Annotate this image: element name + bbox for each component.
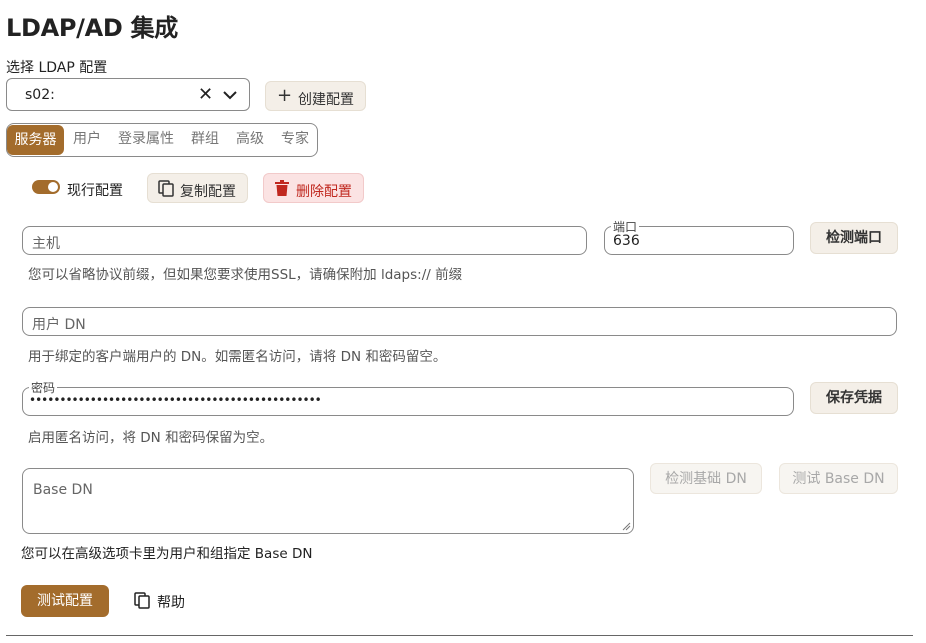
save-credentials-button[interactable]: 保存凭据: [810, 382, 898, 414]
port-value: 636: [613, 233, 640, 249]
tab-advanced[interactable]: 高级: [236, 124, 264, 156]
test-base-dn-button[interactable]: 测试 Base DN: [779, 463, 898, 494]
active-config-toggle[interactable]: [32, 180, 60, 194]
password-value: ••••••••••••••••••••••••••••••••••••••••…: [29, 393, 322, 407]
password-help-text: 启用匿名访问，将 DN 和密码保留为空。: [28, 430, 274, 446]
user-dn-help-text: 用于绑定的客户端用户的 DN。如需匿名访问，请将 DN 和密码留空。: [28, 349, 447, 365]
host-input[interactable]: 主机: [22, 226, 587, 255]
delete-config-button[interactable]: 删除配置: [263, 173, 364, 203]
trash-icon: [275, 180, 289, 196]
resize-handle-icon[interactable]: [621, 521, 631, 531]
tab-login-attributes[interactable]: 登录属性: [118, 124, 174, 156]
page-title: LDAP/AD 集成: [6, 14, 178, 42]
help-label: 帮助: [157, 595, 185, 611]
active-config-label: 现行配置: [67, 183, 123, 199]
host-placeholder: 主机: [32, 236, 60, 252]
copy-config-button[interactable]: 复制配置: [147, 173, 248, 203]
user-dn-input[interactable]: 用户 DN: [22, 307, 897, 336]
host-help-text: 您可以省略协议前缀，但如果您要求使用SSL，请确保附加 ldaps:// 前缀: [28, 267, 463, 283]
tab-bar: 服务器 用户 登录属性 群组 高级 专家: [6, 123, 318, 157]
close-icon[interactable]: ✕: [198, 84, 213, 105]
detect-base-dn-button[interactable]: 检测基础 DN: [650, 463, 762, 494]
password-input[interactable]: 密码 •••••••••••••••••••••••••••••••••••••…: [22, 379, 794, 416]
detect-port-button[interactable]: 检测端口: [810, 222, 898, 254]
plus-icon: +: [277, 85, 293, 106]
copy-icon: [158, 180, 174, 197]
base-dn-placeholder: Base DN: [33, 482, 93, 498]
tab-server[interactable]: 服务器: [7, 125, 64, 155]
test-config-button[interactable]: 测试配置: [21, 585, 109, 617]
config-select[interactable]: s02: ✕: [6, 78, 250, 111]
create-config-label: 创建配置: [298, 92, 354, 108]
base-dn-textarea[interactable]: Base DN: [22, 468, 634, 534]
config-select-value: s02:: [25, 87, 55, 103]
tab-expert[interactable]: 专家: [281, 124, 309, 156]
tab-groups[interactable]: 群组: [191, 124, 219, 156]
create-config-button[interactable]: + 创建配置: [265, 81, 366, 111]
config-select-label: 选择 LDAP 配置: [6, 60, 108, 76]
delete-config-label: 删除配置: [296, 184, 352, 200]
divider: [6, 635, 913, 636]
copy-config-label: 复制配置: [180, 184, 236, 200]
chevron-down-icon[interactable]: [221, 86, 239, 104]
base-dn-help-text: 您可以在高级选项卡里为用户和组指定 Base DN: [21, 546, 313, 562]
port-input[interactable]: 端口 636: [604, 218, 794, 255]
user-dn-placeholder: 用户 DN: [32, 317, 86, 333]
tab-user[interactable]: 用户: [73, 124, 101, 156]
copy-icon: [134, 592, 150, 609]
